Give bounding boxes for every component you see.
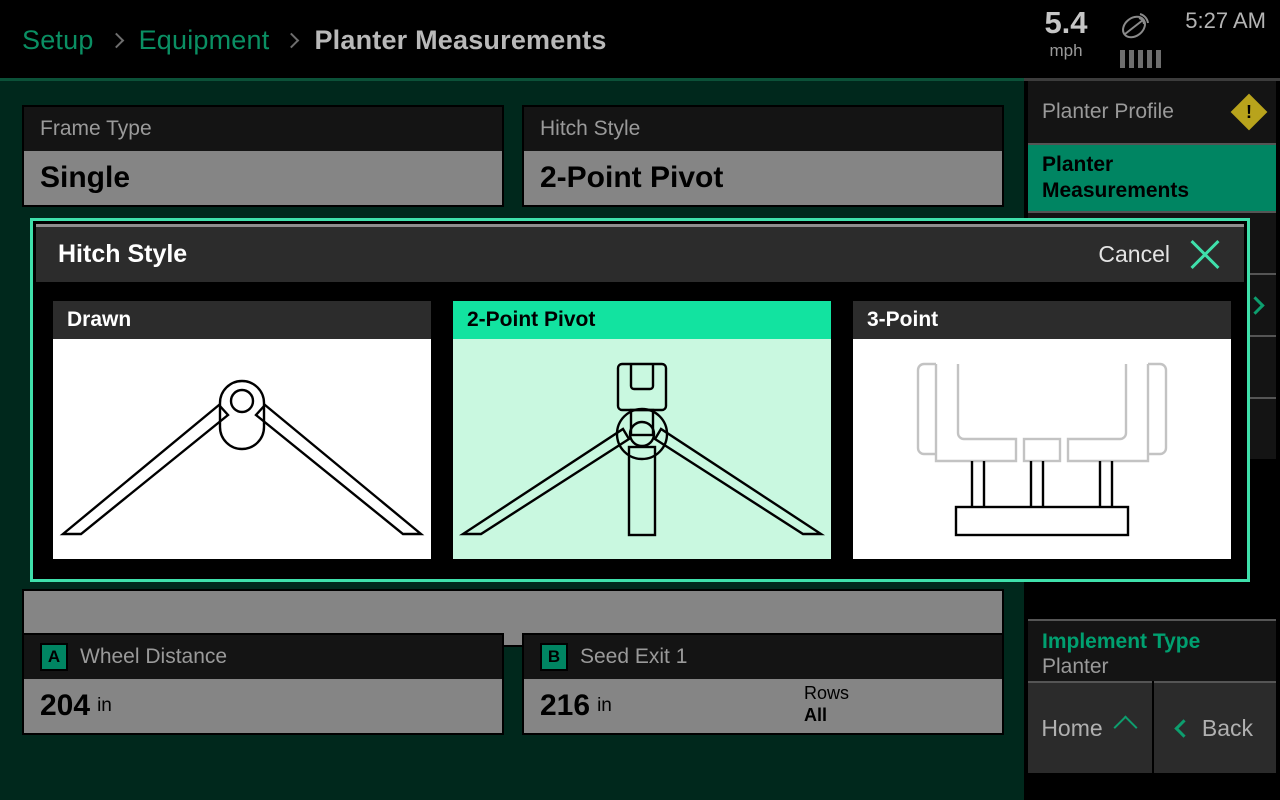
home-button[interactable]: Home bbox=[1028, 681, 1152, 773]
signal-bars bbox=[1108, 50, 1172, 68]
three-point-hitch-illustration bbox=[916, 362, 1168, 537]
option-illustration bbox=[53, 339, 431, 559]
drawn-hitch-illustration bbox=[59, 379, 425, 536]
speed-unit: mph bbox=[1049, 41, 1083, 60]
field-label: Frame Type bbox=[24, 107, 502, 151]
seed-exit-value: 216 bbox=[540, 689, 591, 722]
option-illustration bbox=[853, 339, 1231, 559]
seed-exit-unit: in bbox=[597, 695, 612, 716]
rows-label: Rows bbox=[804, 683, 850, 703]
rows-value: All bbox=[804, 705, 828, 725]
field-label: Hitch Style bbox=[524, 107, 1002, 151]
hitch-style-dialog: Hitch Style Cancel Drawn 2-Point Pivot 3… bbox=[30, 218, 1250, 582]
sidebar-item-label: Planter Measurements bbox=[1042, 153, 1190, 202]
top-status-bar: Setup Equipment Planter Measurements 5.4… bbox=[0, 0, 1280, 81]
option-illustration bbox=[453, 339, 831, 559]
option-label: 3-Point bbox=[853, 301, 1231, 339]
speed-readout: 5.4 mph bbox=[1030, 6, 1102, 62]
measurement-badge-b: B bbox=[540, 643, 568, 671]
chevron-left-icon bbox=[1174, 718, 1193, 738]
field-value-container: 204 in bbox=[24, 679, 502, 733]
speed-value: 5.4 bbox=[1044, 5, 1088, 40]
home-icon bbox=[1115, 718, 1139, 738]
dialog-title: Hitch Style bbox=[58, 240, 188, 268]
status-cluster: 5.4 mph 5:27 AM bbox=[1000, 0, 1280, 80]
field-label-row: B Seed Exit 1 bbox=[524, 635, 1002, 679]
breadcrumb-item-current: Planter Measurements bbox=[314, 24, 607, 55]
wheel-distance-unit: in bbox=[97, 695, 112, 716]
chevron-right-icon bbox=[108, 32, 124, 48]
option-card-drawn[interactable]: Drawn bbox=[51, 299, 433, 561]
two-point-pivot-illustration bbox=[458, 362, 826, 537]
back-button[interactable]: Back bbox=[1154, 681, 1276, 773]
implement-type-panel[interactable]: Implement Type Planter bbox=[1028, 619, 1276, 681]
warning-icon: ! bbox=[1230, 93, 1268, 131]
field-label: Wheel Distance bbox=[80, 645, 228, 668]
option-card-two-point-pivot[interactable]: 2-Point Pivot bbox=[451, 299, 833, 561]
breadcrumb-item-setup[interactable]: Setup bbox=[22, 25, 94, 56]
field-label-row: A Wheel Distance bbox=[24, 635, 502, 679]
gps-status[interactable] bbox=[1108, 12, 1172, 68]
cancel-button[interactable]: Cancel bbox=[1098, 241, 1170, 268]
field-hitch-style[interactable]: Hitch Style 2-Point Pivot bbox=[522, 105, 1004, 207]
field-wheel-distance[interactable]: A Wheel Distance 204 in bbox=[22, 633, 504, 735]
breadcrumb-item-equipment[interactable]: Equipment bbox=[139, 25, 270, 56]
frame-type-value: Single bbox=[40, 161, 131, 194]
chevron-right-icon bbox=[284, 32, 300, 48]
screen-root: Setup Equipment Planter Measurements 5.4… bbox=[0, 0, 1280, 800]
field-seed-exit[interactable]: B Seed Exit 1 216 in Rows All bbox=[522, 633, 1004, 735]
field-frame-type[interactable]: Frame Type Single bbox=[22, 105, 504, 207]
close-icon[interactable] bbox=[1186, 236, 1224, 274]
option-label: 2-Point Pivot bbox=[453, 301, 831, 339]
back-button-label: Back bbox=[1201, 714, 1254, 741]
dialog-header: Hitch Style Cancel bbox=[36, 224, 1244, 282]
measurement-badge-a: A bbox=[40, 643, 68, 671]
field-value-container: Single bbox=[24, 151, 502, 205]
implement-type-value: Planter bbox=[1042, 655, 1109, 678]
option-card-three-point[interactable]: 3-Point bbox=[851, 299, 1233, 561]
breadcrumb: Setup Equipment Planter Measurements bbox=[22, 0, 607, 80]
sidebar-item-label: Planter Profile bbox=[1042, 100, 1174, 123]
implement-type-label: Implement Type bbox=[1042, 630, 1201, 653]
option-label: Drawn bbox=[53, 301, 431, 339]
home-button-label: Home bbox=[1041, 714, 1103, 741]
hitch-style-value: 2-Point Pivot bbox=[540, 161, 724, 194]
satellite-dish-icon bbox=[1122, 13, 1149, 39]
sidebar-item-planter-profile[interactable]: Planter Profile ! bbox=[1028, 81, 1276, 143]
field-label: Seed Exit 1 bbox=[580, 645, 688, 668]
wheel-distance-value: 204 bbox=[40, 689, 91, 722]
field-value-container: 2-Point Pivot bbox=[524, 151, 1002, 205]
clock-label: 5:27 AM bbox=[1185, 8, 1266, 33]
rows-selector[interactable]: Rows All bbox=[804, 683, 849, 727]
sidebar-item-planter-measurements[interactable]: Planter Measurements bbox=[1028, 143, 1276, 211]
hitch-style-options: Drawn 2-Point Pivot 3-Point bbox=[51, 299, 1233, 561]
field-value-container: 216 in Rows All bbox=[524, 679, 1002, 733]
